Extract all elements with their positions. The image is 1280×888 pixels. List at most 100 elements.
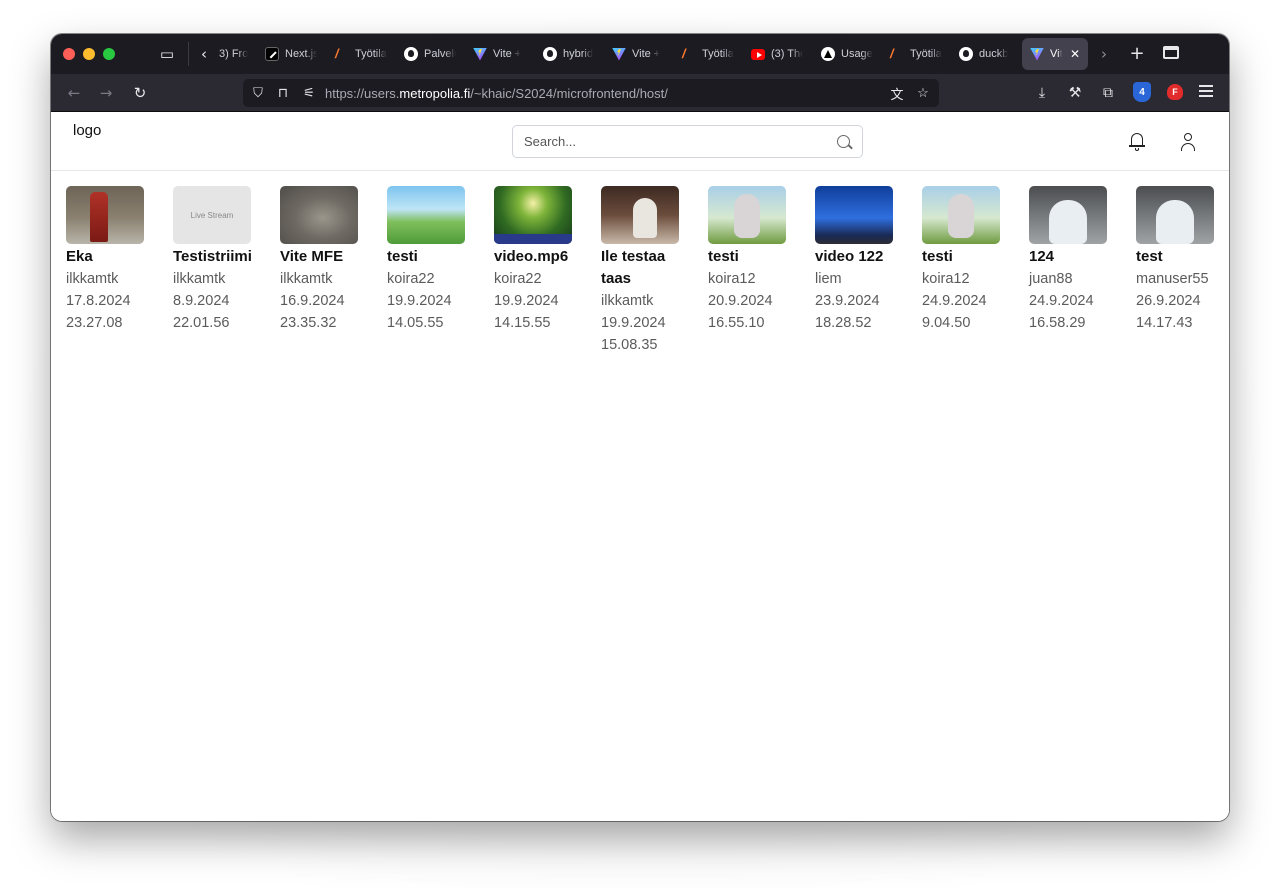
tab-label: Työtila bbox=[355, 48, 387, 60]
media-time: 14.05.55 bbox=[387, 315, 444, 331]
firefox-view-icon[interactable]: ▭ bbox=[157, 44, 177, 64]
search-input[interactable] bbox=[513, 126, 823, 157]
media-thumbnail[interactable] bbox=[922, 186, 1000, 244]
media-time: 16.55.10 bbox=[708, 315, 765, 331]
media-card[interactable]: video 122 liem 23.9.2024 18.28.52 bbox=[815, 186, 905, 334]
tab-13-active[interactable]: Vite ✕ bbox=[1022, 38, 1088, 70]
tyotila-icon: / bbox=[682, 46, 686, 61]
tab-1[interactable]: 3) Fro bbox=[211, 38, 257, 70]
media-card[interactable]: 124 juan88 24.9.2024 16.58.29 bbox=[1029, 186, 1119, 334]
media-title: Ile testaa taas bbox=[601, 248, 666, 287]
media-title: 124 bbox=[1029, 248, 1055, 265]
media-thumbnail[interactable] bbox=[66, 186, 144, 244]
media-card[interactable]: testi koira22 19.9.2024 14.05.55 bbox=[387, 186, 477, 334]
media-user: ilkkamtk bbox=[280, 271, 333, 287]
tab-7[interactable]: Vite + bbox=[604, 38, 672, 70]
translate-icon[interactable]: 文 bbox=[888, 84, 906, 102]
live-stream-label: Live Stream bbox=[190, 210, 234, 220]
nextjs-icon bbox=[265, 47, 279, 61]
new-tab-icon[interactable]: + bbox=[1127, 43, 1147, 64]
tab-label: Palvelu bbox=[424, 48, 456, 60]
media-thumbnail[interactable] bbox=[1136, 186, 1214, 244]
extensions-icon[interactable]: ⧉ bbox=[1098, 83, 1118, 103]
media-thumbnail[interactable] bbox=[494, 186, 572, 244]
tab-9[interactable]: (3) The bbox=[743, 38, 811, 70]
media-thumbnail[interactable] bbox=[387, 186, 465, 244]
url-path: /~khaic/S2024/microfrontend/host/ bbox=[470, 86, 668, 101]
media-title: test bbox=[1136, 248, 1163, 265]
search-icon[interactable] bbox=[837, 135, 850, 148]
media-card[interactable]: testi koira12 20.9.2024 16.55.10 bbox=[708, 186, 798, 334]
tab-label: Työtila bbox=[702, 48, 734, 60]
wrench-icon[interactable]: ⚒ bbox=[1065, 83, 1085, 103]
url-host: metropolia.fi bbox=[399, 86, 471, 101]
lock-icon[interactable]: ⊓ bbox=[274, 84, 292, 102]
tab-11[interactable]: / Työtila bbox=[882, 38, 950, 70]
media-thumbnail[interactable] bbox=[601, 186, 679, 244]
tyotila-icon: / bbox=[890, 46, 894, 61]
tab-label: (3) The bbox=[771, 48, 803, 60]
tab-10[interactable]: Usage bbox=[813, 38, 881, 70]
tab-5[interactable]: Vite + bbox=[465, 38, 533, 70]
minimize-window-button[interactable] bbox=[83, 48, 95, 60]
hamburger-menu-icon[interactable] bbox=[1199, 85, 1213, 97]
chevron-right-icon[interactable]: › bbox=[1094, 44, 1114, 64]
media-card[interactable]: Eka ilkkamtk 17.8.2024 23.27.08 bbox=[66, 186, 156, 334]
media-user: juan88 bbox=[1029, 271, 1073, 287]
download-icon[interactable]: ⤓ bbox=[1032, 83, 1052, 103]
close-tab-icon[interactable]: ✕ bbox=[1070, 47, 1080, 61]
tab-2[interactable]: Next.js bbox=[257, 38, 325, 70]
bookmark-star-icon[interactable]: ☆ bbox=[914, 84, 932, 102]
media-thumbnail[interactable] bbox=[815, 186, 893, 244]
permissions-icon[interactable]: ⚟ bbox=[300, 84, 318, 102]
url-prefix: https://users. bbox=[325, 86, 400, 101]
tab-label: Vite + bbox=[493, 48, 522, 60]
media-card[interactable]: Ile testaa taas ilkkamtk 19.9.2024 15.08… bbox=[601, 186, 691, 356]
tab-12[interactable]: duckb bbox=[951, 38, 1019, 70]
tab-label: hybrid bbox=[563, 48, 593, 60]
bell-icon[interactable] bbox=[1127, 132, 1147, 152]
tab-3[interactable]: / Työtila bbox=[327, 38, 395, 70]
media-date: 26.9.2024 bbox=[1136, 293, 1201, 309]
tab-6[interactable]: hybrid bbox=[535, 38, 603, 70]
media-card[interactable]: test manuser55 26.9.2024 14.17.43 bbox=[1136, 186, 1226, 334]
close-window-button[interactable] bbox=[63, 48, 75, 60]
media-user: ilkkamtk bbox=[66, 271, 119, 287]
extension-magnet-icon[interactable]: 4 bbox=[1133, 82, 1151, 102]
search-box bbox=[512, 125, 863, 158]
address-bar[interactable]: ⛉ ⊓ ⚟ https://users.metropolia.fi/~khaic… bbox=[243, 79, 939, 107]
media-title: Eka bbox=[66, 248, 93, 265]
media-title: Testistriimi bbox=[173, 248, 252, 265]
fullscreen-window-button[interactable] bbox=[103, 48, 115, 60]
reload-icon[interactable]: ↻ bbox=[129, 83, 151, 103]
browser-window: ▭ ‹ 3) Fro Next.js / Työtila Palvelu Vit… bbox=[51, 34, 1229, 821]
media-card[interactable]: Vite MFE ilkkamtk 16.9.2024 23.35.32 bbox=[280, 186, 370, 334]
shield-icon[interactable]: ⛉ bbox=[249, 84, 267, 102]
media-card[interactable]: testi koira12 24.9.2024 9.04.50 bbox=[922, 186, 1012, 334]
tyotila-icon: / bbox=[335, 46, 339, 61]
media-title: video 122 bbox=[815, 248, 884, 265]
tab-8[interactable]: / Työtila bbox=[674, 38, 742, 70]
media-date: 19.9.2024 bbox=[494, 293, 559, 309]
user-icon[interactable] bbox=[1178, 132, 1198, 152]
forward-arrow-icon[interactable]: → bbox=[95, 83, 117, 103]
media-card[interactable]: Live Stream Testistriimi ilkkamtk 8.9.20… bbox=[173, 186, 263, 334]
tab-4[interactable]: Palvelu bbox=[396, 38, 464, 70]
media-card[interactable]: video.mp6 koira22 19.9.2024 14.15.55 bbox=[494, 186, 584, 334]
media-user: koira22 bbox=[387, 271, 435, 287]
back-arrow-icon[interactable]: ← bbox=[63, 83, 85, 103]
media-thumbnail[interactable] bbox=[280, 186, 358, 244]
media-thumbnail[interactable] bbox=[708, 186, 786, 244]
url-text[interactable]: https://users.metropolia.fi/~khaic/S2024… bbox=[325, 86, 668, 101]
media-thumbnail[interactable]: Live Stream bbox=[173, 186, 251, 244]
extension-shield-icon[interactable]: F bbox=[1167, 84, 1183, 100]
media-date: 19.9.2024 bbox=[601, 315, 666, 331]
tab-label: Vite bbox=[1050, 48, 1062, 60]
media-thumbnail[interactable] bbox=[1029, 186, 1107, 244]
youtube-icon bbox=[751, 48, 765, 60]
media-time: 14.17.43 bbox=[1136, 315, 1193, 331]
tab-label: Usage bbox=[841, 48, 873, 60]
logo[interactable]: logo bbox=[73, 122, 101, 139]
tab-list-icon[interactable] bbox=[1163, 46, 1179, 59]
media-date: 24.9.2024 bbox=[1029, 293, 1094, 309]
